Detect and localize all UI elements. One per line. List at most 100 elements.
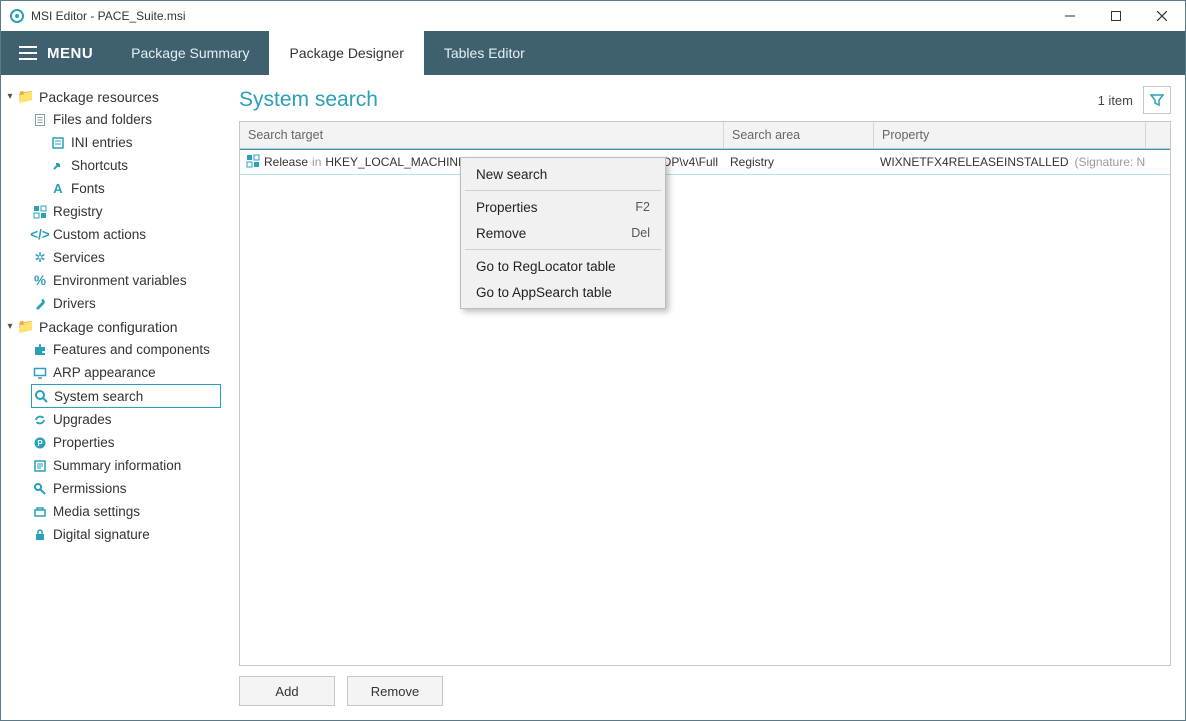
tree-label: Files and folders	[53, 112, 152, 127]
remove-button[interactable]: Remove	[347, 676, 443, 706]
tree-label: Services	[53, 250, 105, 265]
add-button[interactable]: Add	[239, 676, 335, 706]
target-in: in	[312, 155, 321, 169]
tree-label: ARP appearance	[53, 365, 156, 380]
menu-button[interactable]: MENU	[1, 31, 111, 75]
ctx-separator	[465, 190, 661, 191]
chevron-down-icon: ▾	[3, 91, 17, 102]
tree-label: Custom actions	[53, 227, 146, 242]
ctx-separator	[465, 249, 661, 250]
prop-sig: (Signature: NetFx	[1075, 155, 1147, 169]
summary-icon	[31, 459, 49, 473]
percent-icon: %	[31, 273, 49, 288]
tree-group-config[interactable]: ▾ 📁 Package configuration	[1, 315, 225, 338]
tree-item-digital-signature[interactable]: Digital signature	[1, 523, 225, 546]
app-icon	[9, 8, 25, 24]
hamburger-icon	[19, 46, 37, 60]
target-name: Release	[264, 155, 308, 169]
tab-package-summary[interactable]: Package Summary	[111, 31, 269, 75]
cell-area: Registry	[724, 155, 874, 169]
tree-item-permissions[interactable]: Permissions	[1, 477, 225, 500]
column-header-area[interactable]: Search area	[724, 122, 874, 148]
tree-label: Package resources	[39, 89, 159, 105]
tree-item-arp[interactable]: ARP appearance	[1, 361, 225, 384]
tree-label: Digital signature	[53, 527, 150, 542]
tree-label: Summary information	[53, 458, 181, 473]
tree-label: Properties	[53, 435, 115, 450]
search-icon	[32, 389, 50, 403]
tree-item-env-vars[interactable]: % Environment variables	[1, 269, 225, 292]
maximize-button[interactable]	[1093, 1, 1139, 31]
folder-icon: 📁	[17, 88, 35, 105]
titlebar: MSI Editor - PACE_Suite.msi	[1, 1, 1185, 31]
registry-icon	[246, 154, 260, 171]
tree-label: Registry	[53, 204, 103, 219]
tree-label: Package configuration	[39, 319, 178, 335]
tab-package-designer[interactable]: Package Designer	[269, 31, 423, 75]
shortcut-label: F2	[635, 200, 650, 214]
column-header-target[interactable]: Search target	[240, 122, 724, 148]
tree-item-media[interactable]: Media settings	[1, 500, 225, 523]
search-grid: Search target Search area Property Relea…	[239, 121, 1171, 666]
ctx-properties[interactable]: PropertiesF2	[464, 194, 662, 220]
close-button[interactable]	[1139, 1, 1185, 31]
tree-item-features[interactable]: Features and components	[1, 338, 225, 361]
tree-item-properties[interactable]: P Properties	[1, 431, 225, 454]
tree-item-summary-info[interactable]: Summary information	[1, 454, 225, 477]
prop-name: WIXNETFX4RELEASEINSTALLED	[880, 155, 1069, 169]
svg-text:P: P	[37, 439, 43, 448]
tree-item-ini[interactable]: INI entries	[1, 131, 225, 154]
ctx-new-search[interactable]: New search	[464, 161, 662, 187]
ctx-goto-appsearch[interactable]: Go to AppSearch table	[464, 279, 662, 305]
tree-item-system-search[interactable]: System search	[31, 384, 221, 408]
grid-row[interactable]: Release in HKEY_LOCAL_MACHINE\SOF NDP\v4…	[240, 149, 1170, 175]
tree-label: Fonts	[71, 181, 105, 196]
chevron-down-icon: ▾	[3, 321, 17, 332]
tree-label: INI entries	[71, 135, 133, 150]
tree-label: Drivers	[53, 296, 96, 311]
prop-icon: P	[31, 436, 49, 450]
item-count: 1 item	[1098, 93, 1133, 108]
button-row: Add Remove	[239, 676, 1171, 706]
app-window: MSI Editor - PACE_Suite.msi MENU Package…	[0, 0, 1186, 721]
column-header-property[interactable]: Property	[874, 122, 1146, 148]
ini-icon	[49, 136, 67, 150]
tree-label: Features and components	[53, 342, 210, 357]
tab-tables-editor[interactable]: Tables Editor	[424, 31, 545, 75]
tree-item-custom-actions[interactable]: </> Custom actions	[1, 223, 225, 246]
gear-icon: ✲	[31, 250, 49, 266]
sync-icon	[31, 413, 49, 427]
folder-icon: 📁	[17, 318, 35, 335]
tree-label: System search	[54, 389, 143, 404]
minimize-button[interactable]	[1047, 1, 1093, 31]
tree-group-resources[interactable]: ▾ 📁 Package resources	[1, 85, 225, 108]
font-icon: A	[49, 181, 67, 196]
tree-item-files-folders[interactable]: Files and folders	[1, 108, 225, 131]
monitor-icon	[31, 366, 49, 380]
filter-icon	[1150, 93, 1164, 107]
registry-icon	[31, 205, 49, 219]
filter-button[interactable]	[1143, 86, 1171, 114]
wrench-icon	[31, 297, 49, 311]
shortcut-label: Del	[631, 226, 650, 240]
sidebar: ▾ 📁 Package resources Files and folders …	[1, 75, 225, 720]
tree-label: Media settings	[53, 504, 140, 519]
tree-label: Upgrades	[53, 412, 112, 427]
tree-label: Permissions	[53, 481, 127, 496]
media-icon	[31, 505, 49, 519]
tree-item-shortcuts[interactable]: Shortcuts	[1, 154, 225, 177]
doc-icon	[31, 113, 49, 127]
code-icon: </>	[31, 227, 49, 242]
tree-item-services[interactable]: ✲ Services	[1, 246, 225, 269]
window-title: MSI Editor - PACE_Suite.msi	[31, 9, 186, 23]
ctx-remove[interactable]: RemoveDel	[464, 220, 662, 246]
tree-item-drivers[interactable]: Drivers	[1, 292, 225, 315]
tree-item-registry[interactable]: Registry	[1, 200, 225, 223]
context-menu: New search PropertiesF2 RemoveDel Go to …	[460, 157, 666, 309]
ctx-goto-reglocator[interactable]: Go to RegLocator table	[464, 253, 662, 279]
lock-icon	[31, 528, 49, 542]
tree-item-fonts[interactable]: A Fonts	[1, 177, 225, 200]
tree-label: Environment variables	[53, 273, 187, 288]
page-title: System search	[239, 88, 1098, 112]
tree-item-upgrades[interactable]: Upgrades	[1, 408, 225, 431]
